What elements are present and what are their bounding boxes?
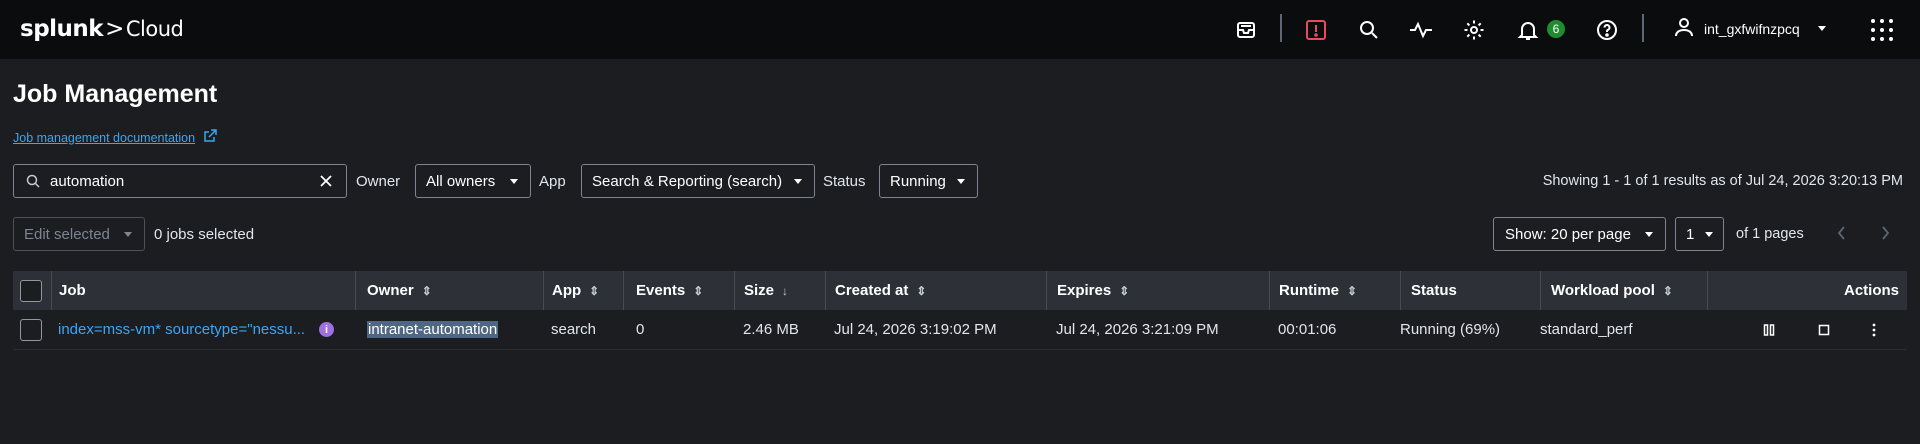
- chevron-down-icon: [794, 178, 802, 184]
- status-label: Status: [823, 173, 866, 190]
- column-header-events[interactable]: Events ⇕: [636, 271, 703, 310]
- owner-label: Owner: [356, 173, 401, 190]
- page-select[interactable]: 1: [1675, 217, 1724, 251]
- bell-icon[interactable]: [1513, 15, 1543, 45]
- column-header-job[interactable]: Job: [59, 271, 86, 310]
- username: int_gxfwifnzpcq: [1704, 20, 1800, 37]
- per-page-value: Show: 20 per page: [1505, 225, 1631, 243]
- table-header-row: Job Owner ⇕ App ⇕ Events ⇕ Size ↓ Created at…: [13, 271, 1907, 310]
- row-checkbox[interactable]: [20, 310, 42, 349]
- clear-search-icon[interactable]: [320, 175, 332, 187]
- chevron-down-icon: [1645, 231, 1653, 237]
- chevron-down-icon: [510, 178, 518, 184]
- job-owner: intranet-automation: [367, 321, 499, 338]
- next-page-icon[interactable]: [1880, 224, 1890, 242]
- sort-descending-icon: ↓: [782, 283, 789, 298]
- jobs-selected-count: 0 jobs selected: [154, 226, 255, 243]
- column-header-workload-pool[interactable]: Workload pool ⇕: [1542, 271, 1673, 310]
- column-header-app[interactable]: App ⇕: [552, 271, 599, 310]
- page-select-value: 1: [1686, 225, 1695, 243]
- sort-icon: ⇕: [421, 283, 432, 298]
- user-icon: [1674, 17, 1694, 40]
- app-dropdown[interactable]: Search & Reporting (search): [581, 164, 815, 198]
- owner-value: All owners: [426, 172, 496, 190]
- chevron-down-icon: [124, 231, 132, 237]
- results-summary: Showing 1 - 1 of 1 results as of Jul 24,…: [1542, 173, 1903, 189]
- job-search-link[interactable]: index=mss-vm* sourcetype="nessu...: [58, 310, 305, 349]
- job-info-icon[interactable]: i: [319, 310, 334, 349]
- logo-text: splunk: [20, 16, 104, 42]
- activity-icon[interactable]: [1406, 15, 1436, 45]
- job-size: 2.46 MB: [743, 321, 799, 338]
- sort-icon: ⇕: [1119, 283, 1130, 298]
- stop-icon[interactable]: [1818, 310, 1830, 349]
- notification-count-badge: 6: [1545, 18, 1567, 40]
- sort-icon: ⇕: [1347, 283, 1358, 298]
- chevron-down-icon: [1817, 26, 1826, 31]
- column-header-created[interactable]: Created at ⇕: [835, 271, 926, 310]
- column-header-status: Status: [1411, 282, 1457, 299]
- select-all-checkbox[interactable]: [20, 271, 42, 310]
- job-app: search: [551, 321, 597, 338]
- sort-icon: ⇕: [916, 283, 927, 298]
- column-header-expires[interactable]: Expires ⇕: [1057, 271, 1129, 310]
- job-workload-pool: standard_perf: [1540, 321, 1633, 338]
- top-navigation-bar: splunk>Cloud 6 int_gxfwifnzpcq: [0, 0, 1920, 59]
- edit-selected-label: Edit selected: [24, 225, 110, 243]
- column-header-size[interactable]: Size ↓: [744, 271, 788, 310]
- column-header-runtime[interactable]: Runtime ⇕: [1279, 271, 1357, 310]
- help-icon[interactable]: [1592, 15, 1622, 45]
- edit-selected-dropdown[interactable]: Edit selected: [13, 217, 145, 251]
- total-pages: of 1 pages: [1736, 226, 1804, 242]
- sort-icon: ⇕: [693, 283, 704, 298]
- column-header-owner[interactable]: Owner ⇕: [367, 271, 432, 310]
- inbox-icon[interactable]: [1231, 15, 1261, 45]
- status-dropdown[interactable]: Running: [879, 164, 978, 198]
- app-label: App: [539, 173, 566, 190]
- page-title: Job Management: [13, 80, 218, 108]
- chevron-down-icon: [1705, 231, 1713, 237]
- splunk-cloud-logo[interactable]: splunk>Cloud: [20, 16, 184, 42]
- search-icon[interactable]: [1354, 15, 1384, 45]
- documentation-link[interactable]: Job management documentation: [13, 129, 217, 146]
- chevron-down-icon: [957, 178, 965, 184]
- prev-page-icon[interactable]: [1837, 224, 1847, 242]
- app-value: Search & Reporting (search): [592, 172, 783, 190]
- status-value: Running: [890, 172, 946, 190]
- more-actions-icon[interactable]: [1871, 310, 1877, 349]
- per-page-dropdown[interactable]: Show: 20 per page: [1493, 217, 1666, 251]
- table-row: index=mss-vm* sourcetype="nessu... i int…: [13, 310, 1907, 350]
- job-expires: Jul 24, 2026 3:21:09 PM: [1056, 321, 1219, 338]
- job-runtime: 00:01:06: [1278, 321, 1337, 338]
- sort-icon: ⇕: [1662, 283, 1673, 298]
- gear-icon[interactable]: [1459, 15, 1489, 45]
- logo-product: Cloud: [125, 17, 184, 41]
- apps-grid-icon[interactable]: [1871, 19, 1893, 41]
- job-created-at: Jul 24, 2026 3:19:02 PM: [834, 321, 997, 338]
- toolbar-divider: [1642, 14, 1644, 42]
- toolbar-divider: [1280, 14, 1282, 42]
- job-events: 0: [636, 321, 645, 338]
- search-input[interactable]: automation: [13, 164, 347, 198]
- job-status: Running (69%): [1400, 321, 1501, 338]
- external-link-icon: [203, 129, 217, 146]
- alert-icon[interactable]: [1301, 15, 1331, 45]
- search-value: automation: [50, 172, 125, 190]
- documentation-link-label: Job management documentation: [13, 130, 196, 145]
- pause-icon[interactable]: [1763, 310, 1775, 349]
- user-menu[interactable]: int_gxfwifnzpcq: [1674, 17, 1826, 40]
- logo-separator: >: [105, 16, 124, 42]
- owner-dropdown[interactable]: All owners: [415, 164, 531, 198]
- search-icon: [26, 174, 40, 188]
- column-header-actions: Actions: [1843, 282, 1899, 299]
- sort-icon: ⇕: [589, 283, 600, 298]
- jobs-table: Job Owner ⇕ App ⇕ Events ⇕ Size ↓ Created at…: [13, 271, 1907, 350]
